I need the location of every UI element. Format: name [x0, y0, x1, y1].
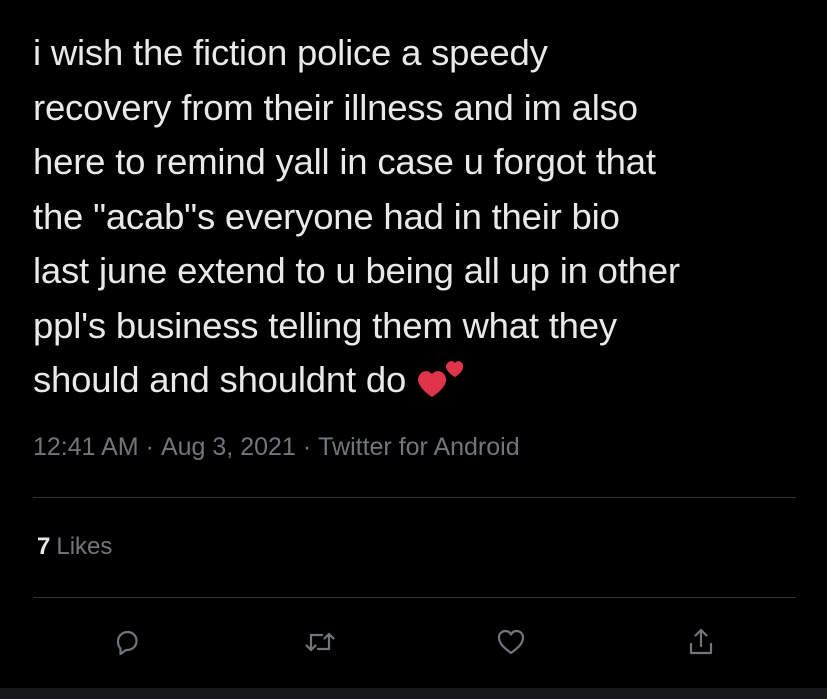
tweet-date[interactable]: Aug 3, 2021 [161, 433, 296, 461]
tweet-time[interactable]: 12:41 AM [33, 433, 139, 461]
share-button[interactable] [679, 620, 723, 664]
tweet-text-line: here to remind yall in case u forgot tha… [33, 141, 656, 182]
tweet-text-line: should and shouldnt do [33, 359, 407, 400]
share-icon [689, 628, 713, 655]
likes-count: 7 [37, 533, 51, 560]
like-button[interactable] [489, 620, 533, 664]
tweet-source[interactable]: Twitter for Android [318, 433, 519, 461]
tweet-detail: i wish the fiction police a speedy recov… [0, 0, 827, 699]
retweet-icon [305, 632, 335, 652]
action-bar [0, 620, 827, 670]
bottom-edge [0, 688, 827, 699]
divider [33, 597, 796, 598]
likes-label: Likes [56, 533, 113, 560]
tweet-text-line: i wish the fiction police a speedy [33, 32, 548, 73]
two-hearts-emoji-icon [414, 358, 464, 402]
meta-separator: · [145, 433, 154, 461]
tweet-text-line: the "acab"s everyone had in their bio [33, 195, 620, 237]
reply-button[interactable] [105, 620, 149, 664]
reply-icon [116, 630, 138, 656]
retweet-button[interactable] [298, 620, 342, 664]
tweet-text-line: ppl's business telling them what they [33, 304, 617, 346]
tweet-text-last-line: should and shouldnt do [33, 353, 803, 408]
heart-icon [497, 629, 525, 655]
tweet-text: i wish the fiction police a speedy recov… [33, 26, 803, 408]
divider [33, 497, 796, 498]
likes-link[interactable]: 7 Likes [37, 531, 112, 563]
meta-separator: · [302, 433, 312, 461]
tweet-text-line: recovery from their illness and im also [33, 86, 638, 128]
tweet-text-line: last june extend to u being all up in ot… [33, 250, 680, 291]
tweet-metadata: 12:41 AM · Aug 3, 2021 · Twitter for Android [33, 430, 520, 464]
